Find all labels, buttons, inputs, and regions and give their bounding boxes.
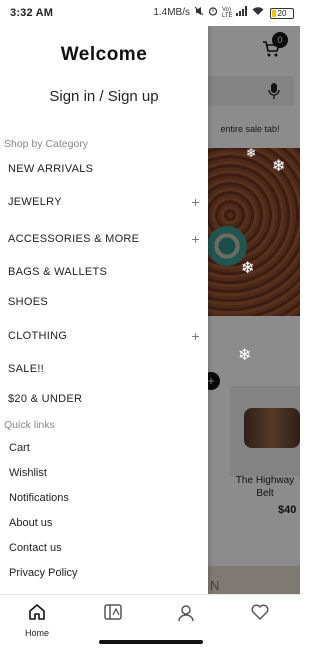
snowflake-icon: ❄: [246, 146, 257, 160]
expand-icon[interactable]: +: [192, 193, 200, 211]
category-sale[interactable]: SALE!!: [8, 360, 204, 378]
status-time: 3:32 AM: [10, 7, 54, 19]
category-label: JEWELRY: [8, 196, 62, 208]
catalog-icon: [103, 604, 123, 625]
quick-link-contact-us[interactable]: Contact us: [9, 540, 62, 556]
wifi-icon: [252, 6, 264, 20]
network-speed: 1.4MB/s: [153, 7, 190, 18]
status-right: 1.4MB/s Vo) LTE 20: [153, 6, 294, 20]
expand-icon[interactable]: +: [192, 230, 200, 248]
nav-catalog[interactable]: [93, 603, 133, 626]
welcome-title: Welcome: [60, 44, 148, 65]
mute-icon: [194, 6, 204, 20]
quick-link-cart[interactable]: Cart: [9, 440, 30, 456]
snowflake-icon: ❄: [272, 158, 286, 175]
nav-home-label: Home: [24, 628, 49, 638]
quick-link-privacy-policy[interactable]: Privacy Policy: [9, 565, 77, 581]
user-icon: [176, 605, 196, 627]
category-bags-wallets[interactable]: BAGS & WALLETS: [8, 263, 204, 281]
category-label: SHOES: [8, 296, 49, 308]
gesture-handle: [99, 640, 203, 644]
category-jewelry[interactable]: JEWELRY +: [8, 193, 204, 211]
volte-label: Vo) LTE: [222, 7, 233, 19]
category-label: BAGS & WALLETS: [8, 266, 108, 278]
snowflake-icon: ❄: [241, 260, 255, 277]
category-new-arrivals[interactable]: NEW ARRIVALS: [8, 160, 204, 178]
quick-link-notifications[interactable]: Notifications: [9, 490, 69, 506]
category-label: SALE!!: [8, 363, 45, 375]
battery-icon: 20: [270, 7, 294, 19]
category-clothing[interactable]: CLOTHING +: [8, 327, 204, 345]
category-label: ACCESSORIES & MORE: [8, 233, 140, 245]
nav-account[interactable]: [166, 603, 206, 628]
category-shoes[interactable]: SHOES: [8, 293, 204, 311]
quick-link-about-us[interactable]: About us: [9, 515, 52, 531]
nav-wishlist[interactable]: [240, 603, 280, 626]
nav-home[interactable]: Home: [17, 603, 57, 638]
category-label: $20 & UNDER: [8, 393, 83, 405]
snowflake-icon: ❄: [238, 347, 252, 364]
category-accessories[interactable]: ACCESSORIES & MORE +: [8, 230, 204, 248]
category-label: CLOTHING: [8, 330, 68, 342]
signal-icon: [236, 6, 248, 20]
quick-links-heading: Quick links: [4, 419, 55, 431]
signin-signup-link[interactable]: Sign in / Sign up: [0, 88, 208, 105]
category-20-and-under[interactable]: $20 & UNDER: [8, 390, 204, 408]
navigation-drawer: Welcome Sign in / Sign up Shop by Catego…: [0, 26, 208, 594]
category-heading: Shop by Category: [4, 138, 89, 150]
status-bar: 3:32 AM 1.4MB/s Vo) LTE 20: [0, 0, 300, 26]
heart-icon: [250, 604, 270, 625]
expand-icon[interactable]: +: [192, 327, 200, 345]
home-icon: [28, 604, 46, 625]
alarm-icon: [208, 6, 218, 20]
category-label: NEW ARRIVALS: [8, 163, 94, 175]
battery-level: 20: [277, 8, 287, 18]
quick-link-wishlist[interactable]: Wishlist: [9, 465, 47, 481]
